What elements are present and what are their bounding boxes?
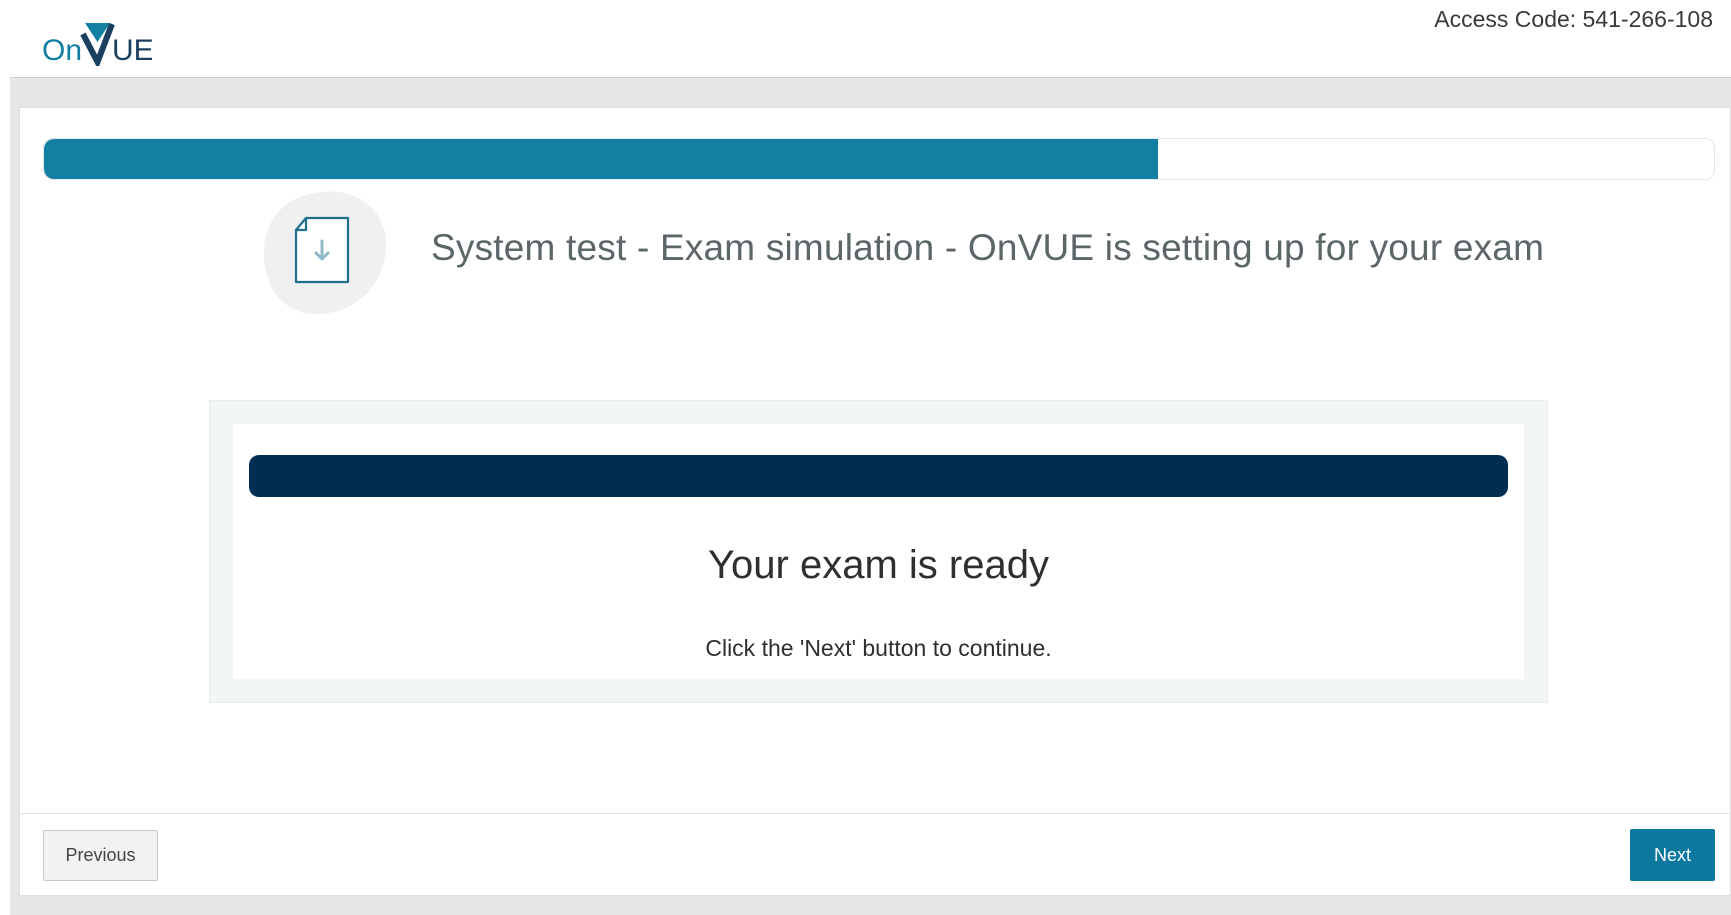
footer-divider [20,813,1731,814]
status-progress-bar [249,455,1508,497]
access-code: Access Code: 541-266-108 [1434,6,1713,32]
status-title: Your exam is ready [708,543,1049,587]
previous-button[interactable]: Previous [43,830,158,881]
onvue-logo-mark: On UE [42,22,154,70]
step-title: System test - Exam simulation - OnVUE is… [431,227,1545,268]
progress-bar-fill [44,139,1158,179]
svg-text:On: On [42,34,82,66]
svg-text:UE: UE [112,34,152,66]
onvue-logo: On UE [42,18,154,70]
file-download-icon [264,191,387,315]
status-message: Click the 'Next' button to continue. [705,635,1052,661]
next-button[interactable]: Next [1630,829,1715,881]
progress-bar [43,138,1715,180]
step-icon-badge [262,190,390,316]
app-header: On UE Access Code: 541-266-108 [0,0,1731,77]
